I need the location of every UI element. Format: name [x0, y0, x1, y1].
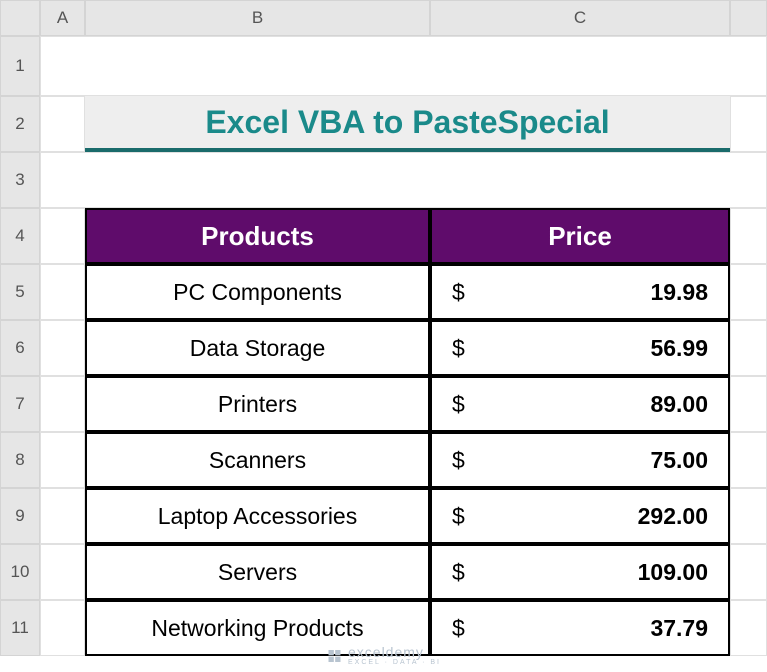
price-value: 89.00	[650, 391, 708, 418]
row-header-4[interactable]: 4	[0, 208, 40, 264]
table-row[interactable]: $37.79	[430, 600, 730, 656]
table-row[interactable]: $292.00	[430, 488, 730, 544]
table-row[interactable]: $56.99	[430, 320, 730, 376]
table-row[interactable]: $75.00	[430, 432, 730, 488]
cell-a11[interactable]	[40, 600, 85, 656]
currency-symbol: $	[452, 559, 465, 586]
cell-d7[interactable]	[730, 376, 767, 432]
table-row[interactable]: $19.98	[430, 264, 730, 320]
row-header-6[interactable]: 6	[0, 320, 40, 376]
col-header-a[interactable]: A	[40, 0, 85, 36]
currency-symbol: $	[452, 391, 465, 418]
table-row[interactable]: Servers	[85, 544, 430, 600]
watermark: exceldemy EXCEL · DATA · BI	[326, 645, 441, 666]
col-header-c[interactable]: C	[430, 0, 730, 36]
price-value: 109.00	[638, 559, 708, 586]
currency-symbol: $	[452, 447, 465, 474]
table-row[interactable]: $89.00	[430, 376, 730, 432]
cell-d10[interactable]	[730, 544, 767, 600]
watermark-main: exceldemy	[348, 645, 441, 659]
currency-symbol: $	[452, 335, 465, 362]
cell-d5[interactable]	[730, 264, 767, 320]
currency-symbol: $	[452, 615, 465, 642]
cell-d2[interactable]	[730, 96, 767, 152]
title-cell[interactable]: Excel VBA to PasteSpecial	[85, 96, 730, 152]
cell-a7[interactable]	[40, 376, 85, 432]
table-row[interactable]: Scanners	[85, 432, 430, 488]
col-header-blank[interactable]	[730, 0, 767, 36]
table-row[interactable]: PC Components	[85, 264, 430, 320]
col-header-b[interactable]: B	[85, 0, 430, 36]
cell-d9[interactable]	[730, 488, 767, 544]
table-row[interactable]: Data Storage	[85, 320, 430, 376]
row-header-8[interactable]: 8	[0, 432, 40, 488]
price-value: 292.00	[638, 503, 708, 530]
spreadsheet-grid: A B C 1 2 Excel VBA to PasteSpecial 3 4 …	[0, 0, 767, 656]
currency-symbol: $	[452, 503, 465, 530]
table-row[interactable]: $109.00	[430, 544, 730, 600]
row-header-2[interactable]: 2	[0, 96, 40, 152]
select-all-corner[interactable]	[0, 0, 40, 36]
row-header-10[interactable]: 10	[0, 544, 40, 600]
cell-a5[interactable]	[40, 264, 85, 320]
cell-a8[interactable]	[40, 432, 85, 488]
price-value: 37.79	[650, 615, 708, 642]
table-header-price[interactable]: Price	[430, 208, 730, 264]
watermark-sub: EXCEL · DATA · BI	[348, 659, 441, 666]
row-header-11[interactable]: 11	[0, 600, 40, 656]
row-header-3[interactable]: 3	[0, 152, 40, 208]
cell-a10[interactable]	[40, 544, 85, 600]
table-row[interactable]: Laptop Accessories	[85, 488, 430, 544]
page-title: Excel VBA to PasteSpecial	[205, 104, 609, 141]
cell-d6[interactable]	[730, 320, 767, 376]
price-value: 19.98	[650, 279, 708, 306]
table-row[interactable]: Printers	[85, 376, 430, 432]
table-header-products[interactable]: Products	[85, 208, 430, 264]
cell-a4[interactable]	[40, 208, 85, 264]
cell-blank[interactable]	[40, 36, 767, 96]
cell-d11[interactable]	[730, 600, 767, 656]
cell-blank-3[interactable]	[40, 152, 767, 208]
cell-a9[interactable]	[40, 488, 85, 544]
price-value: 75.00	[650, 447, 708, 474]
cell-d4[interactable]	[730, 208, 767, 264]
cell-a6[interactable]	[40, 320, 85, 376]
row-header-5[interactable]: 5	[0, 264, 40, 320]
logo-icon	[326, 648, 342, 664]
row-header-9[interactable]: 9	[0, 488, 40, 544]
row-header-1[interactable]: 1	[0, 36, 40, 96]
price-value: 56.99	[650, 335, 708, 362]
row-header-7[interactable]: 7	[0, 376, 40, 432]
cell-d8[interactable]	[730, 432, 767, 488]
currency-symbol: $	[452, 279, 465, 306]
cell-a2[interactable]	[40, 96, 85, 152]
